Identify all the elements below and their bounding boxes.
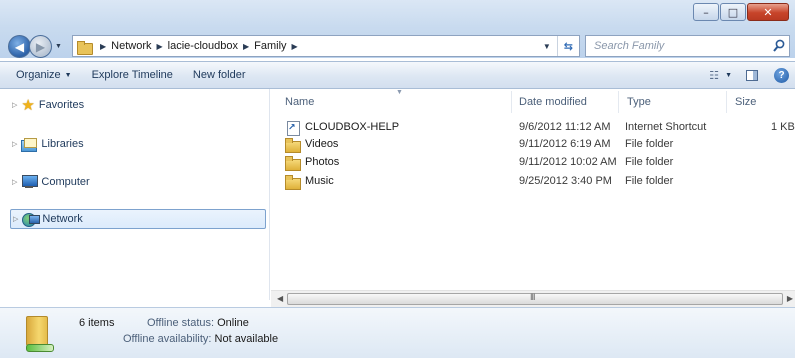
network-icon xyxy=(22,212,41,227)
refresh-icon[interactable]: ⇆ xyxy=(558,40,579,53)
forward-button[interactable]: ▶ xyxy=(29,35,52,58)
file-type: Internet Shortcut xyxy=(625,121,707,133)
preview-pane-icon[interactable] xyxy=(746,69,758,81)
chevron-right-icon[interactable]: ▶ xyxy=(292,42,298,51)
navigation-buttons: ◀ ▶ ▼ xyxy=(8,35,62,58)
file-type: File folder xyxy=(625,175,674,187)
breadcrumb-lacie-cloudbox[interactable]: lacie-cloudbox xyxy=(168,40,238,52)
sort-indicator-icon: ▼ xyxy=(396,89,403,96)
file-type: File folder xyxy=(625,138,674,150)
offline-status: Offline status: Online xyxy=(147,317,249,329)
chevron-down-icon[interactable]: ▼ xyxy=(725,72,732,79)
item-count: 6 items xyxy=(79,317,115,329)
search-input[interactable] xyxy=(594,40,764,52)
nav-item-label: Libraries xyxy=(41,138,84,150)
search-icon[interactable] xyxy=(773,39,785,53)
file-row[interactable]: Videos 9/11/2012 6:19 AM File folder xyxy=(283,137,795,153)
star-icon: ★ xyxy=(21,96,35,114)
expand-icon[interactable]: ▷ xyxy=(12,178,17,186)
column-header-size[interactable]: Size xyxy=(735,96,756,108)
chevron-down-icon: ▼ xyxy=(64,71,72,79)
minimize-button[interactable]: – xyxy=(693,3,719,21)
explore-timeline-button[interactable]: Explore Timeline xyxy=(82,64,183,86)
command-bar: Organize ▼ Explore Timeline New folder ☷… xyxy=(0,61,795,89)
column-divider[interactable] xyxy=(511,91,512,113)
scroll-right-icon[interactable]: ▶ xyxy=(787,294,793,303)
scrollbar-grip: III xyxy=(530,292,535,302)
nav-item-computer[interactable]: ▷ Computer xyxy=(10,172,90,192)
offline-availability-value: Not available xyxy=(214,333,279,345)
title-bar: – □ ✕ ◀ ▶ ▼ ▶ Network ▶ lacie-cloudbox ▶… xyxy=(0,0,795,58)
folder-icon xyxy=(285,138,301,153)
computer-icon xyxy=(21,175,39,189)
address-bar[interactable]: ▶ Network ▶ lacie-cloudbox ▶ Family ▶ ▼ … xyxy=(72,35,580,57)
file-size: 1 KB xyxy=(771,121,795,133)
file-name: Photos xyxy=(305,156,340,168)
column-divider[interactable] xyxy=(726,91,727,113)
scroll-left-icon[interactable]: ◀ xyxy=(277,294,283,303)
expand-icon[interactable]: ▷ xyxy=(12,101,17,109)
folder-icon xyxy=(285,156,301,171)
expand-icon[interactable]: ▷ xyxy=(12,140,17,148)
file-date-modified: 9/6/2012 11:12 AM xyxy=(519,121,611,133)
back-button[interactable]: ◀ xyxy=(8,35,31,58)
horizontal-scrollbar[interactable]: ◀ III ▶ xyxy=(271,290,795,307)
expand-icon[interactable]: ▷ xyxy=(13,215,18,223)
close-button[interactable]: ✕ xyxy=(747,3,789,21)
nav-item-label: Network xyxy=(42,213,83,225)
file-name: Music xyxy=(305,175,334,187)
column-divider[interactable] xyxy=(618,91,619,113)
folder-icon xyxy=(77,40,93,55)
file-date-modified: 9/11/2012 10:02 AM xyxy=(519,156,617,168)
column-header-date-modified[interactable]: Date modified xyxy=(519,96,587,108)
address-actions: ▼ ⇆ xyxy=(537,36,579,56)
file-list: ▼ Name Date modified Type Size CLOUDBOX-… xyxy=(271,89,795,290)
internet-shortcut-icon xyxy=(285,121,300,136)
chevron-right-icon[interactable]: ▶ xyxy=(157,42,163,51)
file-name: Videos xyxy=(305,138,339,150)
column-header-type[interactable]: Type xyxy=(627,96,651,108)
file-type: File folder xyxy=(625,156,674,168)
chevron-right-icon[interactable]: ▶ xyxy=(100,42,106,51)
file-name: CLOUDBOX-HELP xyxy=(305,121,400,133)
recent-pages-dropdown-icon[interactable]: ▼ xyxy=(55,43,62,50)
navigation-pane: ▷ ★ Favorites ▷ Libraries ▷ Computer ▷ N… xyxy=(0,89,270,300)
change-view-icon[interactable]: ☷ xyxy=(703,66,725,84)
folder-offline-icon xyxy=(24,314,56,352)
window-controls: – □ ✕ xyxy=(692,3,789,21)
chevron-right-icon[interactable]: ▶ xyxy=(243,42,249,51)
offline-availability-label: Offline availability: xyxy=(123,333,212,345)
nav-item-libraries[interactable]: ▷ Libraries xyxy=(10,134,84,154)
organize-label: Organize xyxy=(16,69,61,81)
nav-item-favorites[interactable]: ▷ ★ Favorites xyxy=(10,95,84,115)
nav-item-label: Favorites xyxy=(38,99,85,111)
search-box xyxy=(585,35,790,57)
offline-status-value: Online xyxy=(217,317,249,329)
offline-status-label: Offline status: xyxy=(147,317,215,329)
column-header-name[interactable]: Name xyxy=(285,96,314,108)
view-controls: ☷ ▼ ? xyxy=(703,66,789,84)
details-pane: 6 items Offline status: Online Offline a… xyxy=(0,307,795,358)
help-icon[interactable]: ? xyxy=(774,67,789,83)
nav-item-network[interactable]: ▷ Network xyxy=(10,209,266,229)
file-date-modified: 9/25/2012 3:40 PM xyxy=(519,175,612,187)
maximize-button[interactable]: □ xyxy=(720,3,746,21)
nav-item-label: Computer xyxy=(41,176,90,188)
offline-availability: Offline availability: Not available xyxy=(123,333,278,345)
file-row[interactable]: Music 9/25/2012 3:40 PM File folder xyxy=(283,174,795,190)
libraries-icon xyxy=(21,137,38,152)
breadcrumb-family[interactable]: Family xyxy=(254,40,286,52)
file-row[interactable]: CLOUDBOX-HELP 9/6/2012 11:12 AM Internet… xyxy=(283,120,795,136)
folder-icon xyxy=(285,175,301,190)
address-dropdown-icon[interactable]: ▼ xyxy=(537,36,558,56)
new-folder-button[interactable]: New folder xyxy=(183,64,256,86)
breadcrumb-network[interactable]: Network xyxy=(111,40,151,52)
file-row[interactable]: Photos 9/11/2012 10:02 AM File folder xyxy=(283,155,795,171)
file-date-modified: 9/11/2012 6:19 AM xyxy=(519,138,611,150)
scrollbar-thumb[interactable]: III xyxy=(287,292,783,305)
organize-button[interactable]: Organize ▼ xyxy=(6,64,82,86)
